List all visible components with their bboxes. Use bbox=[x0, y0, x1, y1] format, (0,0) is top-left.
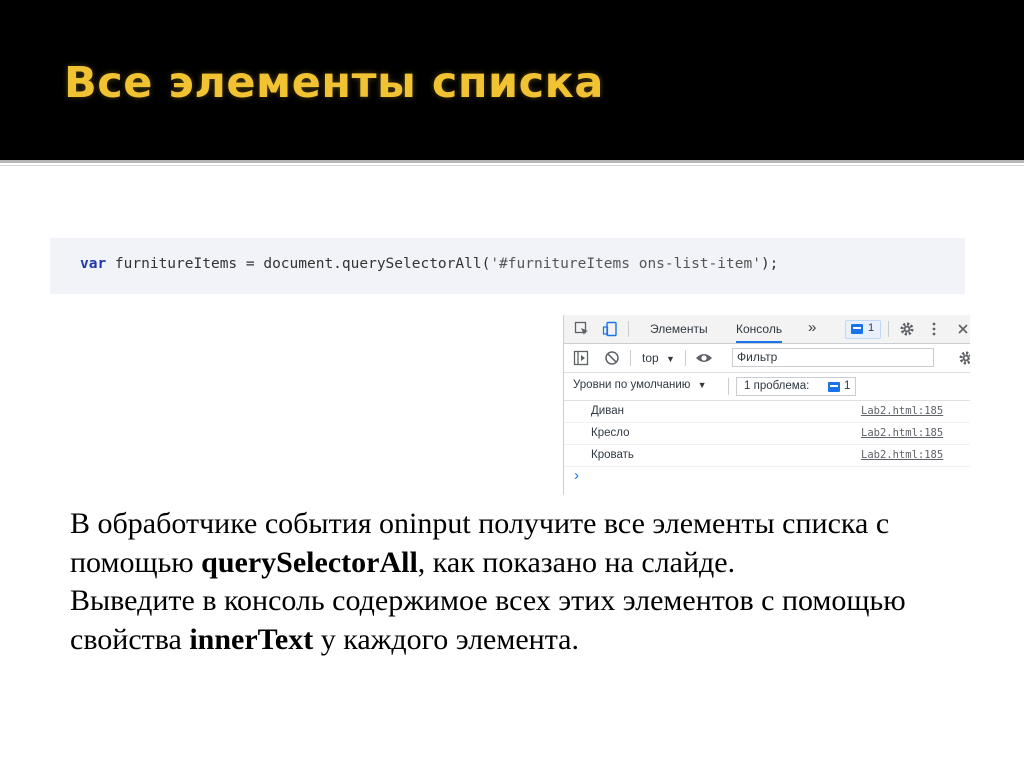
tab-console[interactable]: Консоль bbox=[736, 322, 783, 343]
eye-icon[interactable] bbox=[695, 351, 713, 365]
gear-icon[interactable] bbox=[899, 321, 915, 337]
toolbar-separator bbox=[685, 350, 686, 366]
issues-badge-count: 1 bbox=[868, 322, 875, 334]
issues-badge[interactable]: 1 bbox=[845, 320, 881, 339]
issues-counter-button[interactable]: 1 проблема: 1 bbox=[736, 377, 856, 396]
code-end: ); bbox=[760, 256, 779, 272]
device-icon[interactable] bbox=[602, 321, 618, 337]
sidebar-icon[interactable] bbox=[573, 350, 589, 366]
context-selector[interactable]: top ▼ bbox=[642, 351, 675, 365]
slide-body: В обработчике события oninput получите в… bbox=[70, 505, 970, 659]
close-icon[interactable] bbox=[957, 323, 969, 335]
log-levels-label: Уровни по умолчанию bbox=[573, 379, 691, 391]
inspect-icon[interactable] bbox=[574, 321, 590, 337]
log-source-link[interactable]: Lab2.html:185 bbox=[861, 427, 943, 439]
instruction-paragraph-1: В обработчике события oninput получите в… bbox=[70, 505, 970, 582]
clear-icon[interactable] bbox=[604, 350, 620, 366]
slide-header: Все элементы списка bbox=[0, 0, 1024, 160]
code-string: '#furnitureItems ons-list-item' bbox=[490, 256, 761, 272]
console-levels-bar: Уровни по умолчанию ▼ 1 проблема: 1 bbox=[564, 373, 970, 401]
log-source-link[interactable]: Lab2.html:185 bbox=[861, 405, 943, 417]
devtools-console-screenshot: Элементы Консоль » 1 top ▼ Фильтр Уровни… bbox=[563, 315, 970, 495]
method-name: querySelectorAll bbox=[201, 545, 418, 579]
property-name: innerText bbox=[189, 622, 314, 656]
text-run: , как показано на слайде. bbox=[417, 545, 736, 579]
header-divider-thin bbox=[0, 165, 1024, 166]
log-message: Кресло bbox=[591, 427, 630, 439]
tab-separator bbox=[628, 321, 629, 337]
tab-separator bbox=[888, 321, 889, 337]
log-message: Диван bbox=[591, 405, 624, 417]
header-divider bbox=[0, 160, 1024, 163]
text-run: у каждого элемента. bbox=[313, 622, 580, 656]
log-levels-dropdown[interactable]: Уровни по умолчанию ▼ bbox=[573, 379, 707, 391]
chevron-down-icon: ▼ bbox=[697, 380, 707, 390]
console-log-row: Диван Lab2.html:185 bbox=[564, 401, 970, 423]
chevron-down-icon: ▼ bbox=[666, 354, 675, 364]
flag-icon bbox=[851, 324, 863, 334]
code-body: furnitureItems = document.querySelectorA… bbox=[106, 256, 491, 272]
slide-title: Все элементы списка bbox=[64, 58, 604, 108]
console-toolbar: top ▼ Фильтр bbox=[564, 344, 970, 373]
gear-icon[interactable] bbox=[958, 350, 970, 366]
filter-input[interactable]: Фильтр bbox=[732, 348, 934, 367]
instruction-paragraph-2: Выведите в консоль содержимое всех этих … bbox=[70, 582, 970, 659]
console-log-row: Кровать Lab2.html:185 bbox=[564, 445, 970, 467]
log-message: Кровать bbox=[591, 449, 634, 461]
issues-label: 1 проблема: bbox=[744, 380, 810, 392]
more-tabs-button[interactable]: » bbox=[808, 319, 816, 336]
console-log-row: Кресло Lab2.html:185 bbox=[564, 423, 970, 445]
context-value: top bbox=[642, 351, 659, 365]
log-source-link[interactable]: Lab2.html:185 bbox=[861, 449, 943, 461]
code-snippet: var furnitureItems = document.querySelec… bbox=[50, 238, 965, 294]
kebab-icon[interactable] bbox=[930, 321, 938, 337]
issues-count: 1 bbox=[844, 380, 851, 392]
code-line: var furnitureItems = document.querySelec… bbox=[80, 256, 778, 272]
toolbar-separator bbox=[630, 350, 631, 366]
devtools-tabbar: Элементы Консоль » 1 bbox=[564, 315, 970, 344]
tab-elements[interactable]: Элементы bbox=[650, 322, 708, 336]
console-prompt[interactable]: › bbox=[574, 467, 579, 484]
levels-separator bbox=[728, 378, 729, 395]
code-keyword: var bbox=[80, 256, 107, 272]
flag-icon bbox=[828, 382, 840, 392]
